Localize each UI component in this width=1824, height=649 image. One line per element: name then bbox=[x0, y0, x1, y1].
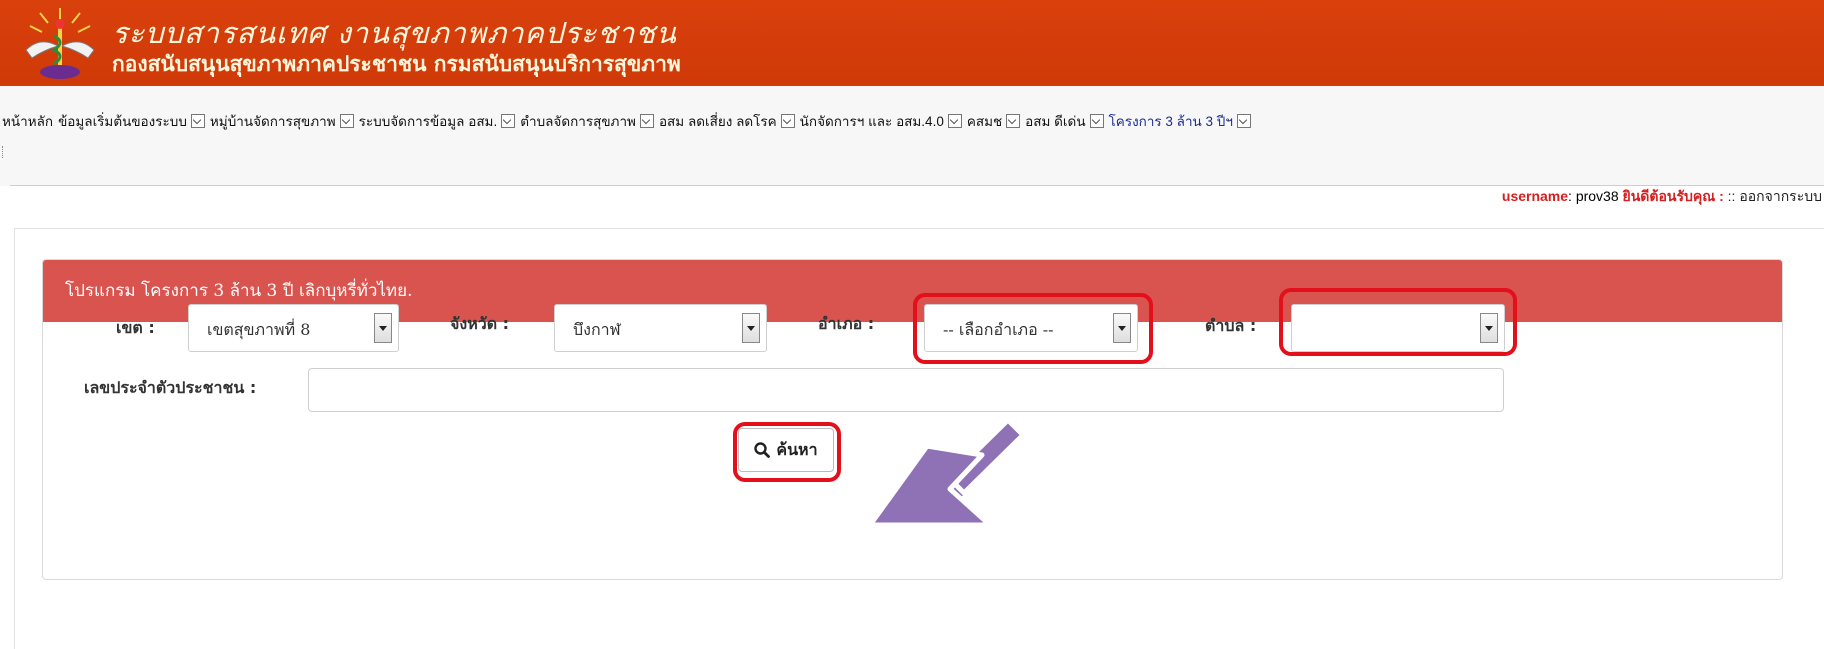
dropdown-caret-icon[interactable] bbox=[501, 114, 516, 128]
user-bar: username: prov38 ยินดีต้อนรับคุณ : :: ออ… bbox=[1502, 186, 1822, 208]
dropdown-caret-icon[interactable] bbox=[780, 114, 795, 128]
dropdown-caret-icon[interactable] bbox=[1006, 114, 1021, 128]
main-menu: หน้าหลัก ข้อมูลเริ่มต้นของระบบ หมู่บ้านจัด… bbox=[2, 110, 1256, 132]
dropdown-caret-icon[interactable] bbox=[190, 114, 205, 128]
username-label: username bbox=[1501, 188, 1569, 204]
district-select-value: -- เลือกอำเภอ -- bbox=[943, 320, 1054, 339]
dropdown-caret-icon[interactable] bbox=[1236, 114, 1251, 128]
nav-item-8[interactable]: อสม ดีเด่น bbox=[1025, 110, 1104, 132]
zone-label: เขต : bbox=[116, 318, 155, 337]
search-icon bbox=[754, 442, 771, 458]
user-separator: :: bbox=[1723, 188, 1740, 204]
dropdown-caret-icon[interactable] bbox=[639, 114, 654, 128]
nav-item-label: ระบบจัดการข้อมูล อสม. bbox=[358, 114, 498, 129]
chevron-down-icon[interactable] bbox=[1113, 313, 1131, 343]
zone-select[interactable]: เขตสุขภาพที่ 8 bbox=[188, 304, 399, 352]
nav-item-0[interactable]: หน้าหลัก bbox=[2, 110, 53, 132]
chevron-down-icon[interactable] bbox=[1480, 313, 1498, 343]
nav-item-label: นักจัดการฯ และ อสม.4.0 bbox=[799, 114, 944, 129]
search-button[interactable]: ค้นหา bbox=[738, 428, 834, 472]
subdistrict-select[interactable] bbox=[1291, 304, 1505, 352]
chevron-down-icon[interactable] bbox=[742, 313, 760, 343]
app-subtitle: กองสนับสนุนสุขภาพภาคประชาชน กรมสนับสนุนบ… bbox=[112, 52, 681, 76]
nav-item-label: คสมช bbox=[966, 114, 1003, 129]
nav-item-label: โครงการ 3 ล้าน 3 ปีฯ bbox=[1108, 114, 1233, 129]
nav-bar: หน้าหลัก ข้อมูลเริ่มต้นของระบบ หมู่บ้านจัด… bbox=[0, 86, 1824, 186]
nav-tick bbox=[2, 146, 4, 158]
province-select[interactable]: บึงกาฬ bbox=[554, 304, 767, 352]
dropdown-caret-icon[interactable] bbox=[1089, 114, 1104, 128]
nav-item-5[interactable]: อสม ลดเสี่ยง ลดโรค bbox=[659, 110, 795, 132]
dropdown-caret-icon[interactable] bbox=[339, 114, 354, 128]
district-label: อำเภอ : bbox=[818, 314, 875, 333]
app-header: ระบบสารสนเทศ งานสุขภาพภาคประชาชน กองสนับ… bbox=[0, 0, 1824, 86]
ministry-emblem-icon bbox=[25, 8, 95, 79]
nav-item-6[interactable]: นักจัดการฯ และ อสม.4.0 bbox=[800, 110, 962, 132]
subdistrict-label: ตำบล : bbox=[1205, 316, 1257, 335]
nav-item-3[interactable]: ระบบจัดการข้อมูล อสม. bbox=[359, 110, 516, 132]
nav-item-2[interactable]: หมู่บ้านจัดการสุขภาพ bbox=[210, 110, 354, 132]
citizen-id-input[interactable] bbox=[308, 368, 1504, 412]
nav-item-label: ข้อมูลเริ่มต้นของระบบ bbox=[58, 114, 187, 129]
nav-item-7[interactable]: คสมช bbox=[966, 110, 1021, 132]
id-label: เลขประจำตัวประชาชน : bbox=[84, 378, 257, 397]
welcome-text: ยินดีต้อนรับคุณ : bbox=[1622, 188, 1724, 204]
province-label: จังหวัด : bbox=[450, 314, 510, 333]
nav-item-label: อสม ดีเด่น bbox=[1025, 114, 1086, 129]
username-value: : prov38 bbox=[1568, 188, 1623, 204]
search-button-label: ค้นหา bbox=[776, 439, 818, 459]
district-select[interactable]: -- เลือกอำเภอ -- bbox=[924, 304, 1138, 352]
nav-item-9[interactable]: โครงการ 3 ล้าน 3 ปีฯ bbox=[1109, 110, 1251, 132]
zone-select-value: เขตสุขภาพที่ 8 bbox=[207, 320, 311, 339]
nav-item-label: หน้าหลัก bbox=[2, 114, 54, 129]
dropdown-caret-icon[interactable] bbox=[947, 114, 962, 128]
province-select-value: บึงกาฬ bbox=[573, 320, 621, 339]
nav-item-label: อสม ลดเสี่ยง ลดโรค bbox=[658, 114, 777, 129]
nav-item-4[interactable]: ตำบลจัดการสุขภาพ bbox=[520, 110, 654, 132]
chevron-down-icon[interactable] bbox=[374, 313, 392, 343]
nav-item-1[interactable]: ข้อมูลเริ่มต้นของระบบ bbox=[58, 110, 205, 132]
nav-item-label: หมู่บ้านจัดการสุขภาพ bbox=[209, 114, 336, 129]
logout-link[interactable]: ออกจากระบบ bbox=[1739, 188, 1822, 204]
nav-item-label: ตำบลจัดการสุขภาพ bbox=[520, 114, 636, 129]
